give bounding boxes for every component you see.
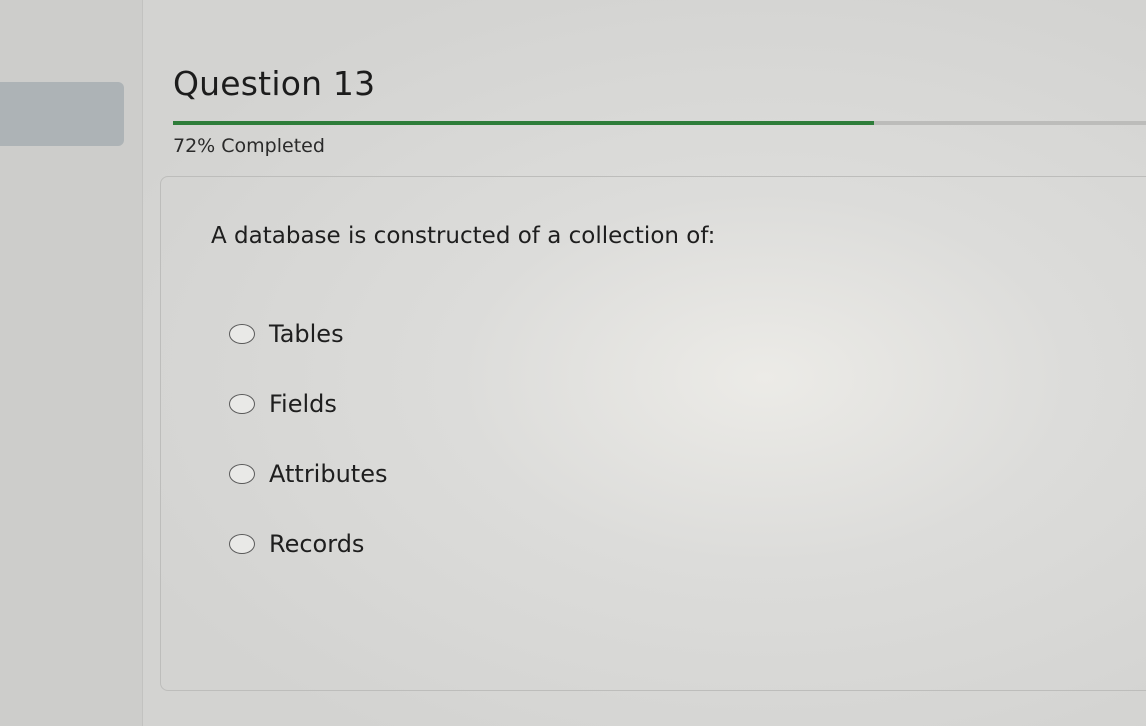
option-attributes[interactable]: Attributes	[229, 439, 387, 509]
question-card: A database is constructed of a collectio…	[160, 176, 1146, 691]
option-label: Records	[269, 530, 365, 558]
progress-text: 72% Completed	[173, 135, 325, 157]
sidebar-nav-button[interactable]	[0, 82, 124, 146]
radio-button[interactable]	[229, 534, 255, 554]
left-sidebar	[0, 0, 143, 726]
progress-bar-fill	[173, 121, 874, 125]
option-label: Tables	[269, 320, 344, 348]
main-content: Question 13 72% Completed A database is …	[143, 0, 1146, 726]
radio-button[interactable]	[229, 324, 255, 344]
option-label: Fields	[269, 390, 337, 418]
radio-button[interactable]	[229, 394, 255, 414]
radio-button[interactable]	[229, 464, 255, 484]
option-records[interactable]: Records	[229, 509, 387, 579]
option-fields[interactable]: Fields	[229, 369, 387, 439]
option-tables[interactable]: Tables	[229, 299, 387, 369]
option-label: Attributes	[269, 460, 388, 488]
question-prompt: A database is constructed of a collectio…	[211, 223, 716, 249]
question-title: Question 13	[173, 64, 376, 103]
progress-bar	[173, 121, 1146, 125]
answer-options: Tables Fields Attributes Records	[229, 299, 387, 579]
